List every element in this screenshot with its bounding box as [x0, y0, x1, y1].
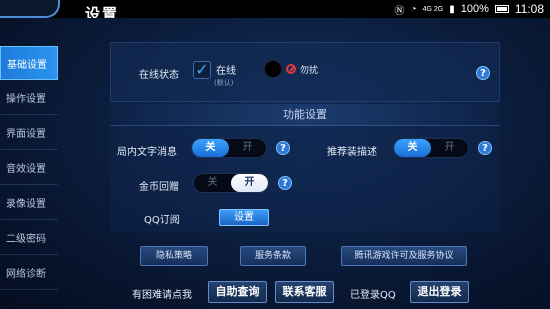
- clock: 11:08: [514, 2, 544, 16]
- page-title: 设置: [85, 5, 120, 18]
- terms-of-service-button[interactable]: 服务条款: [240, 246, 306, 266]
- online-checkbox[interactable]: ✓: [193, 61, 211, 79]
- status-bar: Ⓝ ◔ 4G 2G ▮ 100% 11:08: [0, 0, 550, 18]
- sidebar: 基础设置 操作设置 界面设置 音效设置 录像设置 二级密码 网络诊断: [0, 46, 58, 291]
- wifi-icon: ◔: [410, 3, 417, 15]
- recommend-label: 推荐装描述: [327, 147, 377, 158]
- local-text-label: 局内文字消息: [117, 147, 177, 158]
- battery-icon: [494, 5, 509, 13]
- network-indicator: 4G 2G: [422, 5, 444, 13]
- gold-gift-label: 金币回赠: [139, 182, 179, 193]
- online-status-label: 在线状态: [139, 70, 179, 81]
- sidebar-item-network[interactable]: 网络诊断: [0, 256, 58, 290]
- default-note: (默认): [214, 79, 234, 87]
- logged-in-label: 已登录QQ: [350, 290, 396, 301]
- local-text-help-icon[interactable]: ?: [276, 141, 290, 155]
- gold-gift-toggle[interactable]: 关 开: [193, 173, 269, 193]
- dnd-radio[interactable]: [264, 60, 282, 78]
- recommend-help-icon[interactable]: ?: [478, 141, 492, 155]
- back-button[interactable]: [0, 0, 60, 18]
- contact-support-button[interactable]: 联系客服: [275, 281, 334, 303]
- license-agreement-button[interactable]: 腾讯游戏许可及服务协议: [341, 246, 467, 266]
- self-query-button[interactable]: 自助查询: [208, 281, 267, 303]
- sidebar-item-interface[interactable]: 界面设置: [0, 116, 58, 150]
- local-text-toggle[interactable]: 关 开: [191, 138, 267, 158]
- online-label: 在线: [216, 66, 236, 77]
- help-text: 有困难请点我: [132, 290, 192, 301]
- qq-sub-label: QQ订阅: [144, 215, 180, 226]
- gold-gift-help-icon[interactable]: ?: [278, 176, 292, 190]
- function-settings-title: 功能设置: [110, 104, 500, 126]
- privacy-policy-button[interactable]: 隐私策略: [140, 246, 208, 266]
- sidebar-item-recording[interactable]: 录像设置: [0, 186, 58, 220]
- online-help-icon[interactable]: ?: [476, 66, 490, 80]
- signal-icon: ▮: [449, 3, 455, 15]
- no-disturb-icon: [286, 64, 296, 74]
- battery-percent: 100%: [460, 3, 489, 15]
- logout-button[interactable]: 退出登录: [410, 281, 469, 303]
- recommend-toggle[interactable]: 关 开: [393, 138, 469, 158]
- qq-sub-settings-button[interactable]: 设置: [219, 209, 269, 226]
- sidebar-item-basic[interactable]: 基础设置: [0, 46, 58, 80]
- dnd-label: 勿扰: [300, 66, 319, 76]
- sidebar-item-sound[interactable]: 音效设置: [0, 151, 58, 185]
- nfc-icon: Ⓝ: [394, 5, 405, 17]
- sidebar-item-operation[interactable]: 操作设置: [0, 81, 58, 115]
- sidebar-item-password[interactable]: 二级密码: [0, 221, 58, 255]
